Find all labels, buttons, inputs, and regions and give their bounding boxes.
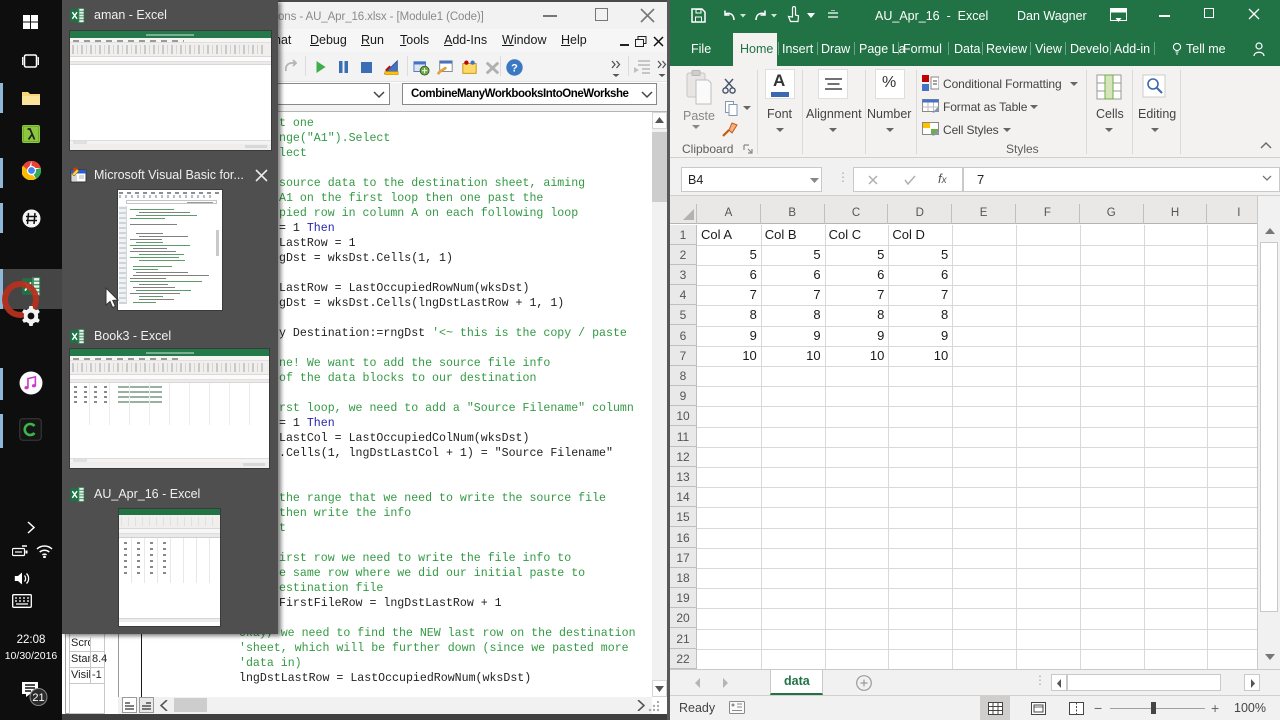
svg-text:21: 21 (32, 692, 44, 704)
svg-text:?: ? (511, 63, 518, 75)
